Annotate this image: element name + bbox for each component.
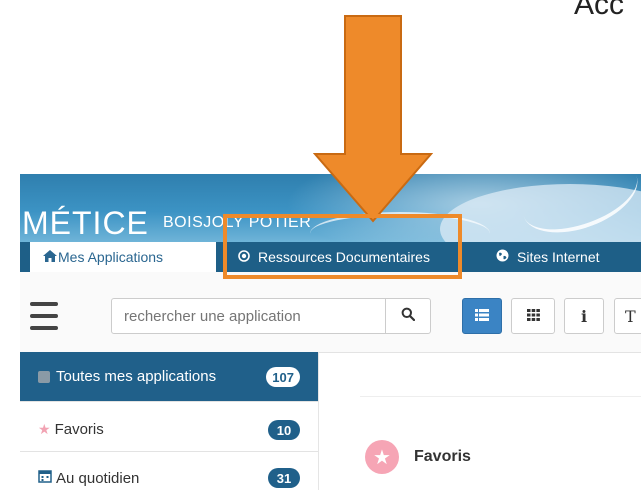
globe-icon <box>496 249 509 265</box>
square-icon <box>38 370 50 383</box>
tab-label: Mes Applications <box>58 249 164 265</box>
highlight-box-annotation <box>223 214 462 279</box>
sidebar: Toutes mes applications 107 ★ Favoris 10… <box>20 352 319 490</box>
tab-mes-applications[interactable]: Mes Applications <box>30 242 216 272</box>
info-button[interactable]: i <box>564 298 604 334</box>
section-title: Favoris <box>414 448 471 465</box>
sidebar-item-label: Favoris <box>54 421 104 438</box>
calendar-icon <box>38 469 52 487</box>
text-view-button[interactable]: T <box>614 298 641 334</box>
divider <box>360 396 641 397</box>
page-heading-partial: Acc <box>574 0 625 21</box>
menu-toggle-button[interactable] <box>20 302 70 338</box>
info-icon: i <box>580 306 588 326</box>
toolbar: i T <box>20 272 641 353</box>
grid-icon <box>526 308 540 324</box>
count-badge: 107 <box>266 367 300 387</box>
home-icon <box>42 249 58 266</box>
search-input[interactable] <box>122 307 386 326</box>
grid-view-button[interactable] <box>511 298 555 334</box>
sidebar-item-label: Toutes mes applications <box>56 368 217 385</box>
orange-arrow-annotation <box>313 15 433 223</box>
sidebar-item-au-quotidien[interactable]: Au quotidien 31 <box>20 458 318 498</box>
star-icon: ★ <box>38 421 51 437</box>
tab-sites-internet[interactable]: Sites Internet <box>496 242 600 272</box>
list-view-button[interactable] <box>462 298 502 334</box>
count-badge: 10 <box>268 420 300 440</box>
search-icon <box>401 307 416 326</box>
sidebar-item-favoris[interactable]: ★ Favoris 10 <box>20 408 318 452</box>
search-box <box>111 298 431 334</box>
sidebar-item-toutes[interactable]: Toutes mes applications 107 <box>20 352 318 402</box>
brand-logo: MÉTICE <box>22 205 149 241</box>
text-button-label: T <box>625 306 636 326</box>
list-icon <box>475 308 489 324</box>
count-badge: 31 <box>268 468 300 488</box>
sidebar-item-label: Au quotidien <box>56 469 140 487</box>
tab-label: Sites Internet <box>517 249 600 265</box>
favoris-star-icon: ★ <box>365 440 399 474</box>
search-button[interactable] <box>385 299 430 333</box>
